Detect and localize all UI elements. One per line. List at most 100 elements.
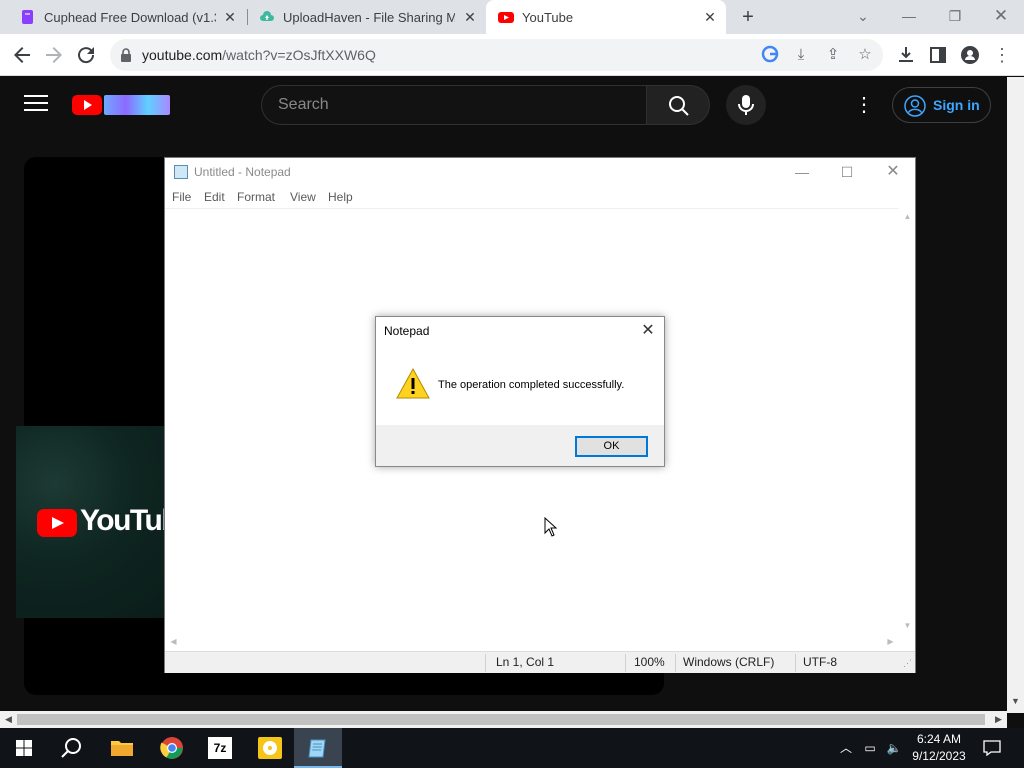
minimize-button[interactable]: —	[779, 158, 825, 186]
tab-uploadhaven[interactable]: UploadHaven - File Sharing Made Simple ✕	[239, 0, 486, 34]
purple-doc-icon	[22, 10, 33, 24]
volume-muted-icon[interactable]: 🔈	[886, 740, 902, 756]
folder-icon	[111, 741, 133, 756]
disc-burner-icon	[258, 737, 282, 759]
scroll-left-arrow[interactable]: ◀	[165, 633, 182, 650]
youtube-logo[interactable]	[72, 95, 102, 115]
share-icon[interactable]: ⇪	[823, 45, 843, 65]
restore-button[interactable]: ❐	[943, 6, 967, 26]
scroll-left-arrow[interactable]: ◀	[0, 711, 17, 728]
close-window-button[interactable]: ✕	[989, 6, 1013, 26]
network-icon[interactable]: ▭	[862, 740, 878, 756]
voice-search-button[interactable]	[726, 85, 766, 125]
notepad-title: Untitled - Notepad	[194, 165, 291, 179]
scroll-right-arrow[interactable]: ▶	[882, 633, 899, 650]
back-arrow-icon[interactable]	[10, 43, 34, 67]
close-icon[interactable]: ✕	[462, 9, 478, 25]
youtube-doodle-logo[interactable]	[104, 95, 170, 115]
action-center-icon[interactable]	[982, 740, 1002, 757]
cursor-position: Ln 1, Col 1	[496, 655, 555, 669]
url-text[interactable]: youtube.com/watch?v=zOsJftXXW6Q	[142, 39, 376, 71]
cloud-upload-icon	[260, 11, 274, 21]
notepad-titlebar[interactable]: Untitled - Notepad — ☐ ✕	[165, 158, 915, 186]
scrollbar-thumb[interactable]	[17, 714, 985, 725]
search-icon	[669, 96, 689, 116]
youtube-play-logo	[37, 509, 77, 537]
downloads-icon[interactable]	[894, 43, 918, 67]
scroll-down-arrow[interactable]: ▼	[1007, 693, 1024, 710]
mouse-cursor-icon	[544, 517, 558, 537]
install-app-icon[interactable]: ⤓	[791, 45, 811, 65]
bookmark-star-icon[interactable]: ☆	[855, 45, 875, 65]
vertical-scrollbar[interactable]: ▼	[1007, 77, 1024, 713]
dialog-close-button[interactable]: ✕	[636, 319, 660, 343]
ok-button[interactable]: OK	[575, 436, 648, 457]
menu-help[interactable]: Help	[328, 186, 353, 208]
lock-icon[interactable]	[120, 48, 132, 62]
editor-horizontal-scrollbar[interactable]: ◀ ▶	[165, 635, 899, 649]
scroll-down-arrow[interactable]: ▼	[899, 617, 916, 634]
clock-time: 6:24 AM	[916, 732, 962, 746]
reload-icon[interactable]	[74, 43, 98, 67]
status-divider	[485, 654, 486, 672]
system-clock[interactable]: 6:24 AM 9/12/2023	[906, 731, 972, 765]
side-panel-icon[interactable]	[926, 43, 950, 67]
menu-file[interactable]: File	[172, 186, 191, 208]
search-icon	[61, 738, 81, 758]
editor-vertical-scrollbar[interactable]: ▲ ▼	[899, 208, 915, 635]
zoom-level: 100%	[634, 655, 665, 669]
minimize-button[interactable]: —	[897, 6, 921, 26]
warning-icon	[396, 367, 430, 399]
show-hidden-icons[interactable]: ︿	[838, 740, 854, 756]
tab-search-icon[interactable]: ⌄	[851, 6, 875, 26]
dialog-message: The operation completed successfully.	[438, 379, 625, 391]
taskbar-disc-app[interactable]	[246, 728, 294, 768]
7zip-icon: 7z	[208, 737, 232, 759]
settings-more-icon[interactable]: ⋮	[852, 93, 876, 117]
close-icon[interactable]: ✕	[702, 9, 718, 25]
taskbar-notepad[interactable]	[294, 728, 342, 768]
status-bar: Ln 1, Col 1 100% Windows (CRLF) UTF-8 ⋰	[165, 651, 915, 673]
dialog-footer: OK	[376, 425, 664, 466]
resize-grip-icon[interactable]: ⋰	[903, 656, 912, 670]
kebab-menu-icon[interactable]: ⋮	[990, 43, 1014, 67]
windows-taskbar: 7z ︿ ▭ 🔈 6:24 AM 9/12/2023	[0, 728, 1024, 768]
horizontal-scrollbar[interactable]: ◀ ▶	[0, 711, 1007, 728]
message-dialog: Notepad ✕ The operation completed succes…	[375, 316, 665, 467]
profile-icon[interactable]	[958, 43, 982, 67]
search-button[interactable]	[646, 85, 710, 125]
menu-edit[interactable]: Edit	[204, 186, 225, 208]
forward-arrow-icon[interactable]	[42, 43, 66, 67]
search-input[interactable]	[278, 86, 628, 124]
scroll-right-arrow[interactable]: ▶	[990, 711, 1007, 728]
taskbar-7zip[interactable]: 7z	[196, 728, 244, 768]
menu-view[interactable]: View	[290, 186, 316, 208]
hamburger-menu-icon[interactable]	[24, 95, 48, 113]
close-button[interactable]: ✕	[870, 158, 916, 186]
scroll-up-arrow[interactable]: ▲	[899, 208, 916, 225]
sign-in-label: Sign in	[933, 97, 980, 113]
google-lens-icon[interactable]	[760, 45, 780, 65]
tab-title: Cuphead Free Download (v1.3.4)	[44, 9, 216, 25]
windows-logo-icon	[16, 740, 32, 756]
status-divider	[675, 654, 676, 672]
browser-tab-strip: Cuphead Free Download (v1.3.4) ✕ UploadH…	[0, 0, 1024, 34]
dialog-title: Notepad	[384, 324, 430, 338]
address-bar[interactable]: youtube.com/watch?v=zOsJftXXW6Q ⤓ ⇪ ☆	[110, 39, 883, 71]
menu-format[interactable]: Format	[237, 186, 275, 208]
start-button[interactable]	[0, 728, 48, 768]
encoding: UTF-8	[803, 655, 837, 669]
microphone-icon	[738, 95, 754, 115]
tab-cuphead[interactable]: Cuphead Free Download (v1.3.4) ✕	[0, 0, 246, 34]
account-circle-icon	[904, 95, 926, 117]
taskbar-file-explorer[interactable]	[98, 728, 146, 768]
close-icon[interactable]: ✕	[222, 9, 238, 25]
maximize-button[interactable]: ☐	[824, 158, 870, 186]
search-box	[261, 85, 647, 125]
tab-youtube[interactable]: YouTube ✕	[486, 0, 726, 34]
taskbar-search-button[interactable]	[48, 728, 96, 768]
new-tab-button[interactable]: +	[738, 7, 758, 27]
taskbar-chrome[interactable]	[148, 728, 196, 768]
status-divider	[795, 654, 796, 672]
sign-in-button[interactable]: Sign in	[892, 87, 991, 123]
